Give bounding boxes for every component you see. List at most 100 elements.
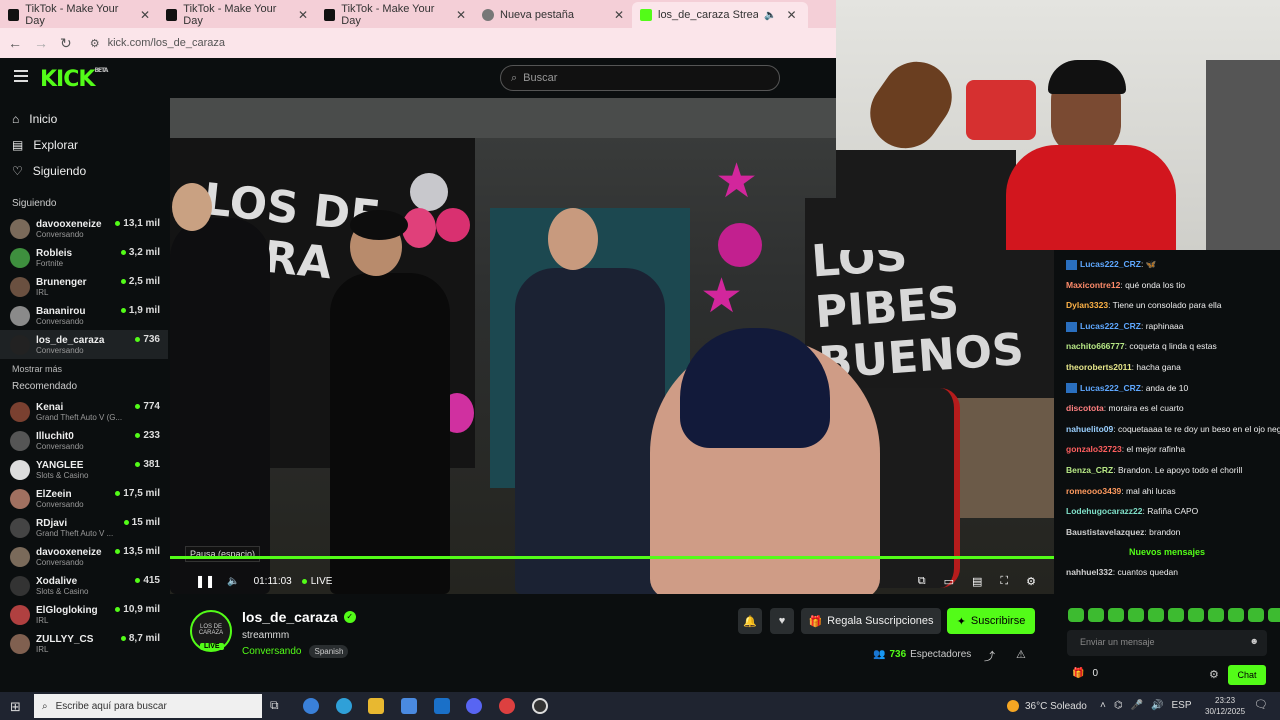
menu-icon[interactable] (14, 70, 28, 82)
language-tag[interactable]: Spanish (309, 645, 349, 658)
nav-siguiendo[interactable]: ♡ Siguiendo (0, 158, 168, 184)
chat-settings-icon[interactable]: ⚙ (1209, 668, 1219, 681)
emote-icon[interactable] (1068, 608, 1084, 622)
browser-tab-2[interactable]: TikTok - Make Your Day ✕ (158, 2, 316, 28)
gift-subs-button[interactable]: 🎁 Regala Suscripciones (801, 608, 941, 634)
subscribe-button[interactable]: ✦ Suscribirse (947, 608, 1035, 634)
url-field[interactable]: ⚙ kick.com/los_de_caraza (90, 32, 828, 54)
chat-username[interactable]: Maxicontre12 (1066, 280, 1120, 290)
windows-start-icon[interactable]: ⊞ (10, 699, 21, 715)
taskbar-search[interactable]: ⌕ Escribe aquí para buscar (34, 694, 262, 718)
weather-widget[interactable]: 36°C Soleado (1007, 700, 1087, 712)
sidebar-channel-los_de_caraza[interactable]: los_de_caraza Conversando 736 (0, 330, 168, 359)
chat-username[interactable]: nahhuel332 (1066, 567, 1113, 577)
sidebar-channel-brunenger[interactable]: Brunenger IRL 2,5 mil (0, 272, 168, 301)
chat-input[interactable]: Enviar un mensaje ☻ (1067, 630, 1267, 656)
pip-icon[interactable]: ⧉ (918, 575, 926, 588)
volume-icon[interactable]: 🔈 (227, 576, 239, 587)
sidebar-channel-robleis[interactable]: Robleis Fortnite 3,2 mil (0, 243, 168, 272)
chat-username[interactable]: Lodehugocarazz22 (1066, 506, 1143, 516)
sidebar-channel-xodalive[interactable]: Xodalive Slots & Casino 415 (0, 571, 168, 600)
channel-name[interactable]: los_de_caraza (242, 609, 338, 625)
emote-icon[interactable] (1268, 608, 1280, 622)
chat-username[interactable]: Benza_CRZ (1066, 465, 1113, 475)
emote-icon[interactable] (1208, 608, 1224, 622)
notifications-icon[interactable]: 🗨 (1254, 698, 1268, 711)
browser-tab-4[interactable]: Nueva pestaña ✕ (474, 2, 632, 28)
pause-icon[interactable]: ❚❚ (195, 574, 215, 588)
chat-username[interactable]: Baustistavelazquez (1066, 527, 1144, 537)
follow-button[interactable]: ♥ (770, 608, 794, 634)
show-more-link[interactable]: Mostrar más (0, 359, 168, 379)
file-explorer-icon[interactable] (368, 698, 384, 714)
reload-icon[interactable]: ↻ (60, 35, 72, 52)
close-icon[interactable]: ✕ (786, 8, 796, 22)
browser-tab-3[interactable]: TikTok - Make Your Day ✕ (316, 2, 474, 28)
report-icon[interactable]: ⚠ (1016, 648, 1026, 661)
sidebar-channel-illuchit0[interactable]: Illuchit0 Conversando 233 (0, 426, 168, 455)
close-icon[interactable]: ✕ (456, 8, 466, 22)
emote-icon[interactable] (1128, 608, 1144, 622)
emote-icon[interactable] (1248, 608, 1264, 622)
emote-icon[interactable] (1088, 608, 1104, 622)
forward-icon[interactable]: → (34, 35, 48, 51)
chat-username[interactable]: romeooo3439 (1066, 486, 1121, 496)
live-indicator[interactable]: LIVE (301, 576, 332, 587)
bell-button[interactable]: 🔔 (738, 608, 762, 634)
emote-icon[interactable] (1168, 608, 1184, 622)
speaker-icon[interactable]: 🔈 (764, 10, 776, 21)
emote-icon[interactable] (1108, 608, 1124, 622)
points-display[interactable]: 🎁 0 (1072, 668, 1098, 679)
chrome-icon[interactable] (499, 698, 515, 714)
nav-inicio[interactable]: ⌂ Inicio (0, 106, 168, 132)
clock[interactable]: 23:23 30/12/2025 (1205, 695, 1245, 717)
fullscreen-icon[interactable]: ⛶ (1000, 575, 1008, 588)
progress-bar[interactable] (170, 556, 1054, 559)
new-messages-divider[interactable]: Nuevos mensajes (1054, 542, 1280, 562)
chat-username[interactable]: theoroberts2011 (1066, 362, 1132, 372)
sidebar-channel-elglogloking[interactable]: ElGlogloking IRL 10,9 mil (0, 600, 168, 629)
chat-username[interactable]: Dylan3323 (1066, 300, 1108, 310)
kick-logo[interactable]: KICKBETA (40, 67, 108, 92)
browser-tab-5[interactable]: los_de_caraza Stream - Wat 🔈 ✕ (632, 2, 808, 28)
share-icon[interactable]: ⤴ (984, 648, 995, 664)
emoji-icon[interactable]: ☻ (1250, 636, 1259, 646)
store-icon[interactable] (401, 698, 417, 714)
emote-icon[interactable] (1148, 608, 1164, 622)
mail-icon[interactable] (434, 698, 450, 714)
settings-icon[interactable]: ⚙ (1026, 575, 1036, 588)
nav-explorar[interactable]: ▤ Explorar (0, 132, 168, 158)
chat-username[interactable]: nachito666777 (1066, 341, 1125, 351)
sidebar-channel-yanglee[interactable]: YANGLEE Slots & Casino 381 (0, 455, 168, 484)
sidebar-channel-davooxeneize[interactable]: davooxeneize Conversando 13,5 mil (0, 542, 168, 571)
sidebar-channel-davooxeneize[interactable]: davooxeneize Conversando 13,1 mil (0, 214, 168, 243)
browser-tab-1[interactable]: TikTok - Make Your Day ✕ (0, 2, 158, 28)
sidebar-channel-rdjavi[interactable]: RDjavi Grand Theft Auto V ... 15 mil (0, 513, 168, 542)
back-icon[interactable]: ← (8, 35, 22, 51)
close-icon[interactable]: ✕ (614, 8, 624, 22)
chat-username[interactable]: Lucas222_CRZ (1080, 259, 1141, 269)
task-view-icon[interactable]: ⧉ (270, 698, 286, 714)
sidebar-channel-elzeein[interactable]: ElZeein Conversando 17,5 mil (0, 484, 168, 513)
chat-username[interactable]: Lucas222_CRZ (1080, 383, 1141, 393)
copilot-icon[interactable] (303, 698, 319, 714)
category-link[interactable]: Conversando (242, 646, 301, 657)
close-icon[interactable]: ✕ (298, 8, 308, 22)
close-icon[interactable]: ✕ (140, 8, 150, 22)
chat-username[interactable]: gonzalo32723 (1066, 444, 1122, 454)
sidebar-channel-bananirou[interactable]: Bananirou Conversando 1,9 mil (0, 301, 168, 330)
emote-icon[interactable] (1228, 608, 1244, 622)
chat-send-button[interactable]: Chat (1228, 665, 1266, 685)
sidebar-channel-zullyy_cs[interactable]: ZULLYY_CS IRL 8,7 mil (0, 629, 168, 658)
edge-icon[interactable] (336, 698, 352, 714)
site-info-icon[interactable]: ⚙ (90, 37, 100, 50)
sidebar-channel-kenai[interactable]: Kenai Grand Theft Auto V (G... 774 (0, 397, 168, 426)
emote-icon[interactable] (1188, 608, 1204, 622)
chat-username[interactable]: discotota (1066, 403, 1104, 413)
search-input[interactable]: ⌕ Buscar (500, 65, 780, 91)
mini-player-icon[interactable]: ▤ (972, 575, 982, 588)
obs-icon[interactable] (532, 698, 548, 714)
discord-icon[interactable] (466, 698, 482, 714)
chat-username[interactable]: nahuelito09 (1066, 424, 1113, 434)
theater-icon[interactable]: ▭ (944, 575, 954, 588)
